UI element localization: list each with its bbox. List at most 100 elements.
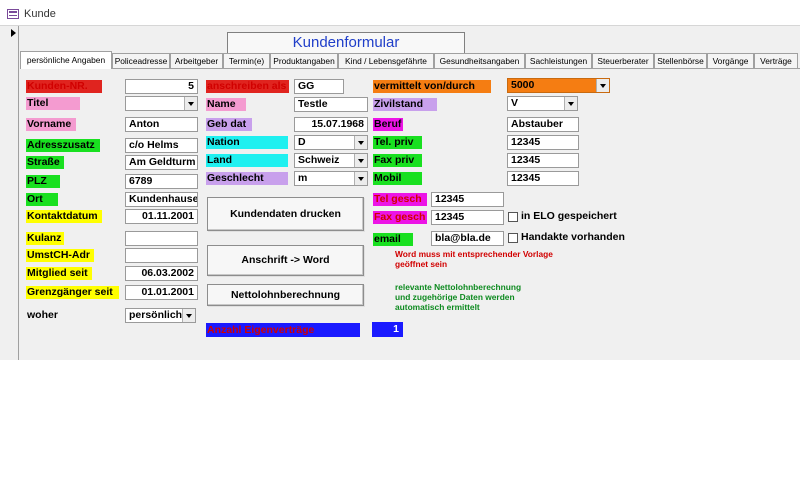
kontaktdatum-label: Kontaktdatum: [26, 210, 102, 223]
chevron-down-icon[interactable]: [184, 97, 197, 110]
chevron-down-icon[interactable]: [354, 172, 367, 185]
tab-arbeitgeber[interactable]: Arbeitgeber: [170, 53, 223, 69]
geschlecht-combo[interactable]: m: [294, 171, 368, 186]
vermittelt-combo[interactable]: 5000: [507, 78, 610, 93]
grenzgaenger-label: Grenzgänger seit: [26, 286, 119, 299]
chevron-down-icon[interactable]: [564, 97, 577, 110]
email-label: email: [373, 233, 413, 246]
kunden-nr-label: Kunden-NR.: [26, 80, 102, 93]
adresszusatz-field[interactable]: c/o Helms: [125, 138, 198, 153]
word-note: Word muss mit entsprechender Vorlage geö…: [395, 249, 553, 269]
chevron-down-icon[interactable]: [596, 79, 609, 92]
strasse-label: Straße: [26, 156, 64, 169]
name-field[interactable]: Testle: [294, 97, 368, 112]
elo-checkbox[interactable]: [508, 212, 518, 222]
fax-gesch-label: Fax gesch: [373, 211, 427, 224]
anschrift-word-button[interactable]: Anschrift -> Word: [207, 245, 364, 276]
plz-field[interactable]: 6789: [125, 174, 198, 189]
land-label: Land: [206, 154, 288, 167]
netto-note-line: relevante Nettolohnberechnung: [395, 282, 522, 292]
ort-field[interactable]: Kundenhause: [125, 192, 198, 207]
umstch-field[interactable]: [125, 248, 198, 263]
adresszusatz-label: Adresszusatz: [26, 139, 100, 152]
form-window: Kunde Kundenformular persönliche Angaben…: [0, 0, 800, 360]
mobil-label: Mobil: [373, 172, 422, 185]
beruf-field[interactable]: Abstauber: [507, 117, 579, 132]
handakte-label: Handakte vorhanden: [521, 231, 625, 243]
woher-label: woher: [27, 309, 58, 321]
record-pointer-icon: [11, 29, 16, 37]
nettolohnberechnung-button[interactable]: Nettolohnberechnung: [207, 284, 364, 306]
word-note-line: Word muss mit entsprechender Vorlage: [395, 249, 553, 259]
geb-dat-label: Geb dat: [206, 118, 252, 131]
tab-divider: [20, 68, 800, 69]
tab-sachleistungen[interactable]: Sachleistungen: [525, 53, 592, 69]
kulanz-field[interactable]: [125, 231, 198, 246]
zivilstand-combo[interactable]: V: [507, 96, 578, 111]
anschreiben-label: anschreiben als: [206, 80, 289, 93]
titel-label: Titel: [26, 97, 80, 110]
tab-gesundheitsangaben[interactable]: Gesundheitsangaben: [434, 53, 525, 69]
tel-gesch-field[interactable]: 12345: [431, 192, 504, 207]
mitglied-field[interactable]: 06.03.2002: [125, 266, 198, 281]
zivilstand-value: V: [511, 97, 519, 109]
tab-stellenboerse[interactable]: Stellenbörse: [654, 53, 707, 69]
land-value: Schweiz: [298, 154, 340, 166]
mobil-field[interactable]: 12345: [507, 171, 579, 186]
tab-vertraege[interactable]: Verträge: [754, 53, 798, 69]
chevron-down-icon[interactable]: [354, 136, 367, 149]
record-selector[interactable]: [0, 26, 19, 360]
name-label: Name: [206, 98, 246, 111]
geschlecht-value: m: [298, 172, 308, 184]
tab-termine[interactable]: Termin(e): [223, 53, 270, 69]
title-bar: Kunde: [0, 0, 800, 26]
fax-gesch-field[interactable]: 12345: [431, 210, 504, 225]
netto-note: relevante Nettolohnberechnung und zugehö…: [395, 282, 521, 312]
kunden-nr-field[interactable]: 5: [125, 79, 198, 94]
mitglied-label: Mitglied seit: [26, 267, 92, 280]
zivilstand-label: Zivilstand: [373, 98, 437, 111]
vermittelt-label: vermittelt von/durch: [373, 80, 491, 93]
handakte-checkbox[interactable]: [508, 233, 518, 243]
nation-combo[interactable]: D: [294, 135, 368, 150]
fax-priv-field[interactable]: 12345: [507, 153, 579, 168]
woher-value: persönlich: [129, 309, 183, 321]
elo-label: in ELO gespeichert: [521, 210, 617, 222]
vermittelt-value: 5000: [511, 79, 535, 91]
fax-priv-label: Fax priv: [373, 154, 422, 167]
kontaktdatum-field[interactable]: 01.11.2001: [125, 209, 198, 224]
strasse-field[interactable]: Am Geldturm: [125, 155, 198, 170]
geschlecht-label: Geschlecht: [206, 172, 288, 185]
tab-produktangaben[interactable]: Produktangaben: [270, 53, 338, 69]
geb-dat-field[interactable]: 15.07.1968: [294, 117, 368, 132]
anschreiben-field[interactable]: GG: [294, 79, 344, 94]
woher-combo[interactable]: persönlich: [125, 308, 196, 323]
vorname-field[interactable]: Anton: [125, 117, 198, 132]
ort-label: Ort: [26, 193, 58, 206]
tab-policeadresse[interactable]: Policeadresse: [112, 53, 170, 69]
nation-value: D: [298, 136, 306, 148]
land-combo[interactable]: Schweiz: [294, 153, 368, 168]
form-icon: [7, 9, 19, 19]
tel-priv-field[interactable]: 12345: [507, 135, 579, 150]
eigenvertraege-label: Anzahl Eigenverträge: [206, 323, 360, 337]
eigenvertraege-field[interactable]: 1: [372, 322, 403, 337]
netto-note-line: automatisch ermittelt: [395, 302, 480, 312]
chevron-down-icon[interactable]: [354, 154, 367, 167]
grenzgaenger-field[interactable]: 01.01.2001: [125, 285, 198, 300]
kulanz-label: Kulanz: [26, 232, 64, 245]
tel-priv-label: Tel. priv: [373, 136, 422, 149]
tab-vorgaenge[interactable]: Vorgänge: [707, 53, 754, 69]
tab-steuerberater[interactable]: Steuerberater: [592, 53, 654, 69]
beruf-label: Beruf: [373, 118, 403, 131]
email-field[interactable]: bla@bla.de: [431, 231, 504, 246]
chevron-down-icon[interactable]: [182, 309, 195, 322]
netto-note-line: und zugehörige Daten werden: [395, 292, 515, 302]
titel-combo[interactable]: [125, 96, 198, 111]
kundendaten-drucken-button[interactable]: Kundendaten drucken: [207, 197, 364, 231]
tab-kind-lebensgefaehrte[interactable]: Kind / Lebensgefährte: [338, 53, 434, 69]
tel-gesch-label: Tel gesch: [373, 193, 427, 206]
tab-persoenliche-angaben[interactable]: persönliche Angaben: [20, 51, 112, 69]
nation-label: Nation: [206, 136, 288, 149]
word-note-line: geöffnet sein: [395, 259, 448, 269]
